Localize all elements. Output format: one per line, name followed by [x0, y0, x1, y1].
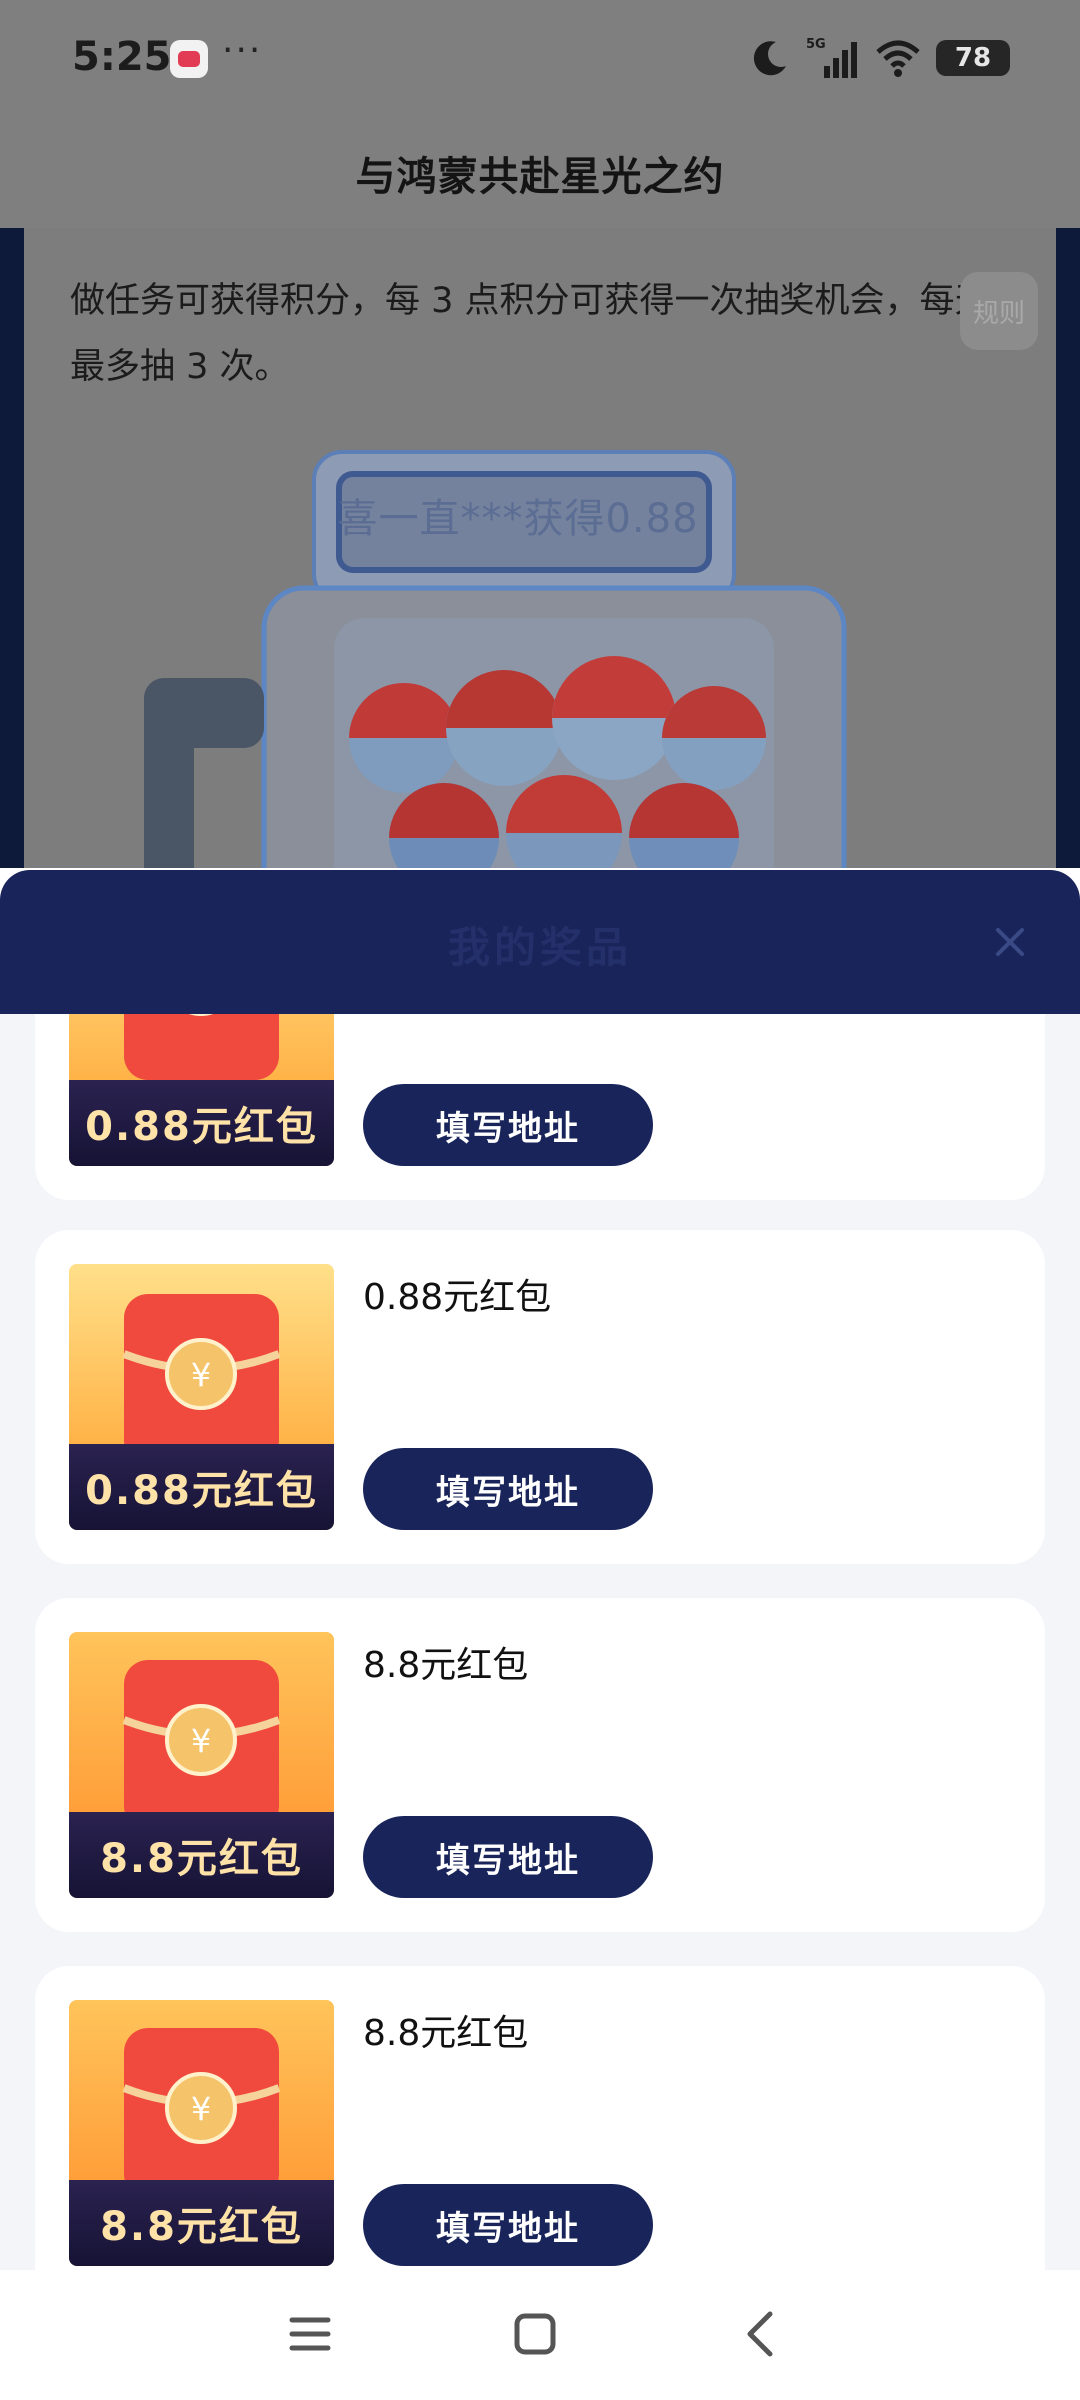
- home-icon[interactable]: [505, 2304, 565, 2364]
- red-envelope-image: ¥ 8.8元红包: [69, 1632, 334, 1898]
- red-envelope-icon: ¥: [69, 2000, 334, 2198]
- prize-card: ¥ 0.88元红包 0.88元红包 填写地址: [35, 1230, 1045, 1564]
- lottery-panel: 做任务可获得积分，每 3 点积分可获得一次抽奖机会，每天最多抽 3 次。 规则 …: [24, 228, 1056, 868]
- fill-address-button[interactable]: 填写地址: [363, 1084, 653, 1166]
- close-icon[interactable]: [984, 916, 1036, 968]
- winner-ticker: 喜一直***获得0.88: [337, 496, 699, 542]
- prize-name: 0.88元红包: [363, 1277, 552, 1318]
- red-envelope-icon: ¥: [69, 1014, 334, 1080]
- wifi-icon: [876, 40, 920, 77]
- battery-indicator: 78: [936, 40, 1010, 76]
- prize-name: 8.8元红包: [363, 2013, 529, 2054]
- page-header: 与鸿蒙共赴星光之约: [0, 118, 1080, 228]
- thumb-label: 0.88元红包: [69, 1080, 334, 1166]
- fill-address-button[interactable]: 填写地址: [363, 2184, 653, 2266]
- fill-address-button[interactable]: 填写地址: [363, 1448, 653, 1530]
- status-time: 5:25: [72, 34, 172, 80]
- prize-sheet-header: 我的奖品: [0, 870, 1080, 1014]
- red-envelope-icon: ¥: [69, 1264, 334, 1464]
- red-envelope-image: ¥ 0.88元红包: [69, 1014, 334, 1166]
- svg-text:¥: ¥: [191, 1722, 211, 1760]
- thumb-label: 8.8元红包: [69, 1812, 334, 1898]
- page-title: 与鸿蒙共赴星光之约: [355, 154, 725, 200]
- network-type-label: 5G: [806, 37, 826, 52]
- fill-address-button[interactable]: 填写地址: [363, 1816, 653, 1898]
- sheet-title: 我的奖品: [447, 923, 632, 972]
- moon-icon: [753, 41, 786, 76]
- prize-card: ¥ 0.88元红包 填写地址: [35, 1014, 1045, 1200]
- red-envelope-image: ¥ 8.8元红包: [69, 2000, 334, 2266]
- prize-list[interactable]: ¥ 0.88元红包 填写地址 ¥ 0.88元红包 0.88元红包 填写地址: [0, 1014, 1080, 2270]
- system-nav-bar: [0, 2270, 1080, 2400]
- more-notifications-icon: ···: [222, 30, 263, 71]
- intro-text: 做任务可获得积分，每 3 点积分可获得一次抽奖机会，每天最多抽 3 次。: [70, 281, 990, 387]
- cellular-signal-icon: 5G: [806, 37, 857, 78]
- svg-text:¥: ¥: [191, 1356, 211, 1394]
- red-envelope-image: ¥ 0.88元红包: [69, 1264, 334, 1530]
- prize-card: ¥ 8.8元红包 8.8元红包 填写地址: [35, 1598, 1045, 1932]
- rules-button[interactable]: 规则: [960, 272, 1038, 350]
- svg-text:¥: ¥: [191, 2090, 211, 2128]
- back-icon[interactable]: [732, 2304, 792, 2364]
- app-notification-icon: [170, 40, 208, 78]
- prize-card: ¥ 8.8元红包 8.8元红包 填写地址: [35, 1966, 1045, 2270]
- thumb-label: 8.8元红包: [69, 2180, 334, 2266]
- red-envelope-icon: ¥: [69, 1632, 334, 1830]
- status-bar: 5:25 ··· 5G 78: [0, 0, 1080, 118]
- menu-icon[interactable]: [280, 2304, 340, 2364]
- prize-name: 8.8元红包: [363, 1645, 529, 1686]
- thumb-label: 0.88元红包: [69, 1444, 334, 1530]
